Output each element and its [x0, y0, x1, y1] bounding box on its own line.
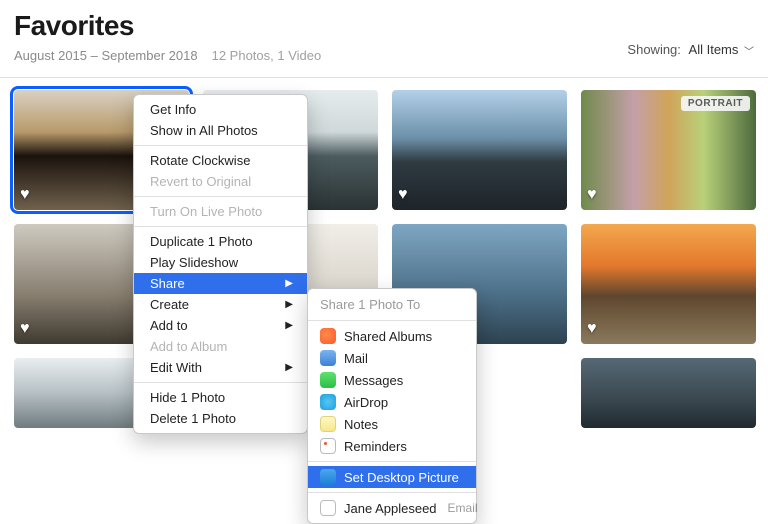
contact-hint: Email: [448, 501, 478, 515]
photo-thumb[interactable]: ♥: [581, 224, 756, 344]
menu-separator: [134, 196, 307, 197]
menu-slideshow[interactable]: Play Slideshow: [134, 252, 307, 273]
context-menu: Get Info Show in All Photos Rotate Clock…: [133, 94, 308, 434]
showing-label: Showing:: [627, 42, 680, 57]
favorite-icon: ♥: [587, 320, 597, 338]
media-counts: 12 Photos, 1 Video: [212, 48, 322, 63]
menu-rotate[interactable]: Rotate Clockwise: [134, 150, 307, 171]
menu-revert: Revert to Original: [134, 171, 307, 192]
submenu-arrow-icon: ▶: [285, 299, 293, 310]
menu-add-album: Add to Album: [134, 336, 307, 357]
showing-filter[interactable]: Showing: All Items ﹀: [627, 42, 754, 58]
share-contact[interactable]: ✉Jane AppleseedEmail: [308, 497, 476, 519]
menu-separator: [134, 382, 307, 383]
airdrop-icon: [320, 394, 336, 410]
showing-value: All Items: [689, 42, 739, 57]
share-messages[interactable]: Messages: [308, 369, 476, 391]
header-divider: [0, 77, 768, 78]
photo-thumb[interactable]: [581, 358, 756, 428]
shared-albums-icon: [320, 328, 336, 344]
menu-create[interactable]: Create▶: [134, 294, 307, 315]
favorite-icon: ♥: [587, 186, 597, 204]
share-reminders[interactable]: Reminders: [308, 435, 476, 457]
favorite-icon: ♥: [20, 320, 30, 338]
menu-separator: [308, 492, 476, 493]
share-notes[interactable]: Notes: [308, 413, 476, 435]
submenu-arrow-icon: ▶: [285, 362, 293, 373]
desktop-icon: [320, 469, 336, 485]
chevron-down-icon: ﹀: [744, 43, 754, 58]
menu-show-in-all[interactable]: Show in All Photos: [134, 120, 307, 141]
menu-edit-with[interactable]: Edit With▶: [134, 357, 307, 378]
photo-thumb[interactable]: ♥: [392, 90, 567, 210]
share-mail[interactable]: Mail: [308, 347, 476, 369]
portrait-badge: PORTRAIT: [681, 96, 750, 111]
share-set-desktop[interactable]: Set Desktop Picture: [308, 466, 476, 488]
share-submenu: Share 1 Photo To Shared Albums Mail Mess…: [307, 288, 477, 524]
notes-icon: [320, 416, 336, 432]
photo-thumb[interactable]: PORTRAIT ♥: [581, 90, 756, 210]
menu-separator: [134, 226, 307, 227]
favorite-icon: ♥: [20, 186, 30, 204]
menu-share[interactable]: Share▶: [134, 273, 307, 294]
share-shared-albums[interactable]: Shared Albums: [308, 325, 476, 347]
menu-separator: [308, 461, 476, 462]
menu-hide[interactable]: Hide 1 Photo: [134, 387, 307, 408]
favorite-icon: ♥: [398, 186, 408, 204]
submenu-arrow-icon: ▶: [285, 320, 293, 331]
messages-icon: [320, 372, 336, 388]
menu-live-photo: Turn On Live Photo: [134, 201, 307, 222]
date-range: August 2015 – September 2018: [14, 48, 198, 63]
menu-duplicate[interactable]: Duplicate 1 Photo: [134, 231, 307, 252]
reminders-icon: [320, 438, 336, 454]
menu-delete[interactable]: Delete 1 Photo: [134, 408, 307, 429]
submenu-arrow-icon: ▶: [285, 278, 293, 289]
share-airdrop[interactable]: AirDrop: [308, 391, 476, 413]
menu-separator: [134, 145, 307, 146]
share-header: Share 1 Photo To: [308, 293, 476, 316]
menu-separator: [308, 320, 476, 321]
mail-icon: [320, 350, 336, 366]
menu-get-info[interactable]: Get Info: [134, 99, 307, 120]
page-title: Favorites: [14, 10, 754, 42]
menu-add-to[interactable]: Add to▶: [134, 315, 307, 336]
contact-icon: ✉: [320, 500, 336, 516]
